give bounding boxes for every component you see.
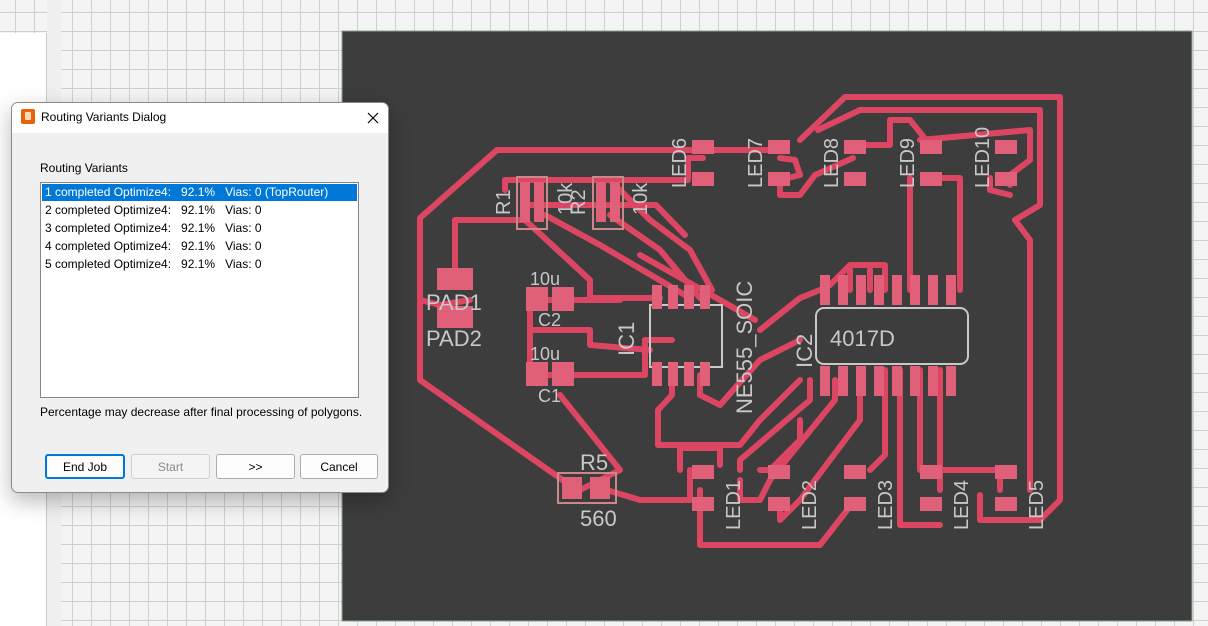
c1-value-label: 10u	[530, 344, 560, 364]
pad1-label: PAD1	[426, 290, 482, 315]
ic1-package-label: NE555_SOIC	[732, 281, 757, 414]
end-job-button[interactable]: End Job	[45, 454, 125, 479]
r5-value-label: 560	[580, 506, 617, 531]
led9-label: LED9	[897, 138, 919, 188]
routing-variants-dialog: Routing Variants Dialog Routing Variants…	[11, 102, 389, 493]
ic1-label: IC1	[614, 322, 639, 356]
cancel-button[interactable]: Cancel	[300, 454, 378, 479]
c2-label: C2	[538, 310, 561, 330]
ic2-label: IC2	[792, 334, 817, 368]
r1-label: R1	[493, 189, 515, 215]
ic2-value-label: 4017D	[830, 326, 895, 351]
led1-label: LED1	[723, 480, 745, 530]
led3-label: LED3	[875, 480, 897, 530]
variant-row-2[interactable]: 2 completed Optimize4: 92.1% Vias: 0	[42, 202, 357, 219]
c2-value-label: 10u	[530, 269, 560, 289]
app-icon	[21, 109, 35, 124]
pad2-label: PAD2	[426, 326, 482, 351]
percentage-note: Percentage may decrease after final proc…	[40, 405, 363, 419]
dialog-titlebar[interactable]: Routing Variants Dialog	[12, 103, 388, 133]
r5-label: R5	[580, 450, 608, 475]
led2-label: LED2	[799, 480, 821, 530]
variant-row-5[interactable]: 5 completed Optimize4: 92.1% Vias: 0	[42, 256, 357, 273]
variant-row-1[interactable]: 1 completed Optimize4: 92.1% Vias: 0 (To…	[42, 184, 357, 201]
variant-row-3[interactable]: 3 completed Optimize4: 92.1% Vias: 0	[42, 220, 357, 237]
variant-row-4[interactable]: 4 completed Optimize4: 92.1% Vias: 0	[42, 238, 357, 255]
routing-variants-label: Routing Variants	[40, 161, 128, 175]
close-icon	[367, 112, 379, 124]
led7-label: LED7	[745, 138, 767, 188]
dialog-title: Routing Variants Dialog	[41, 110, 167, 124]
led10-label: LED10	[972, 127, 994, 188]
c1-label: C1	[538, 386, 561, 406]
r2-label: R2	[568, 189, 590, 215]
routing-variants-list[interactable]: 1 completed Optimize4: 92.1% Vias: 0 (To…	[40, 182, 359, 398]
led6-label: LED6	[669, 138, 691, 188]
led4-label: LED4	[951, 480, 973, 530]
r2-value-label: 10k	[630, 182, 652, 215]
led5-label: LED5	[1026, 480, 1048, 530]
next-variant-button[interactable]: >>	[216, 454, 295, 479]
start-button[interactable]: Start	[131, 454, 210, 479]
close-button[interactable]	[358, 103, 388, 133]
led8-label: LED8	[821, 138, 843, 188]
